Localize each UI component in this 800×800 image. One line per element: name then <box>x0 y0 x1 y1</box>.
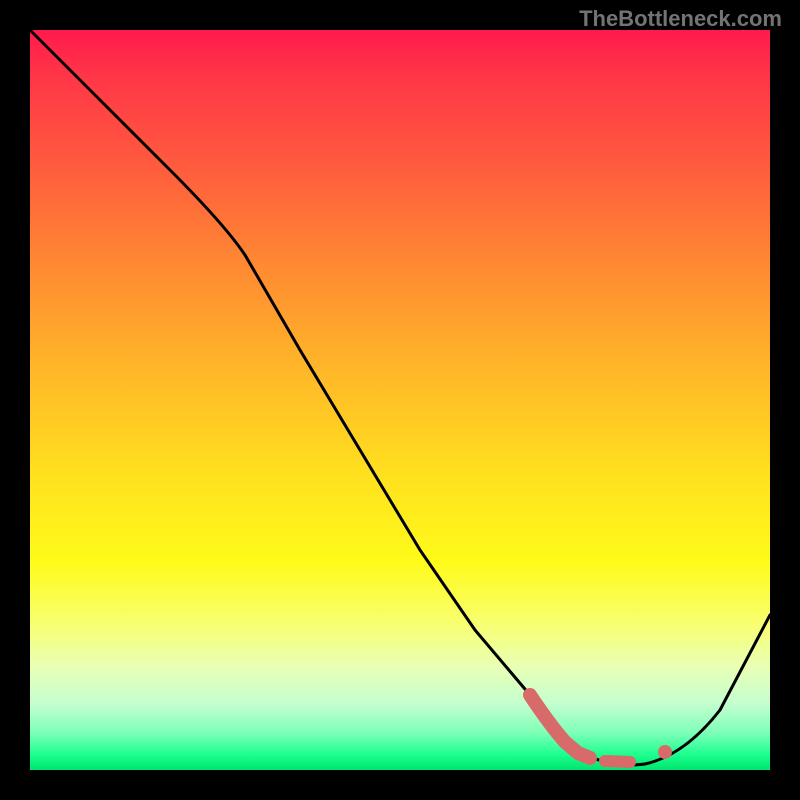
optimal-range-dot <box>658 745 672 759</box>
bottleneck-curve <box>30 30 770 765</box>
optimal-range-mid <box>605 761 630 762</box>
chart-svg <box>30 30 770 770</box>
chart-container: TheBottleneck.com <box>0 0 800 800</box>
watermark-text: TheBottleneck.com <box>579 6 782 32</box>
optimal-range-left <box>530 695 590 758</box>
plot-area <box>30 30 770 770</box>
